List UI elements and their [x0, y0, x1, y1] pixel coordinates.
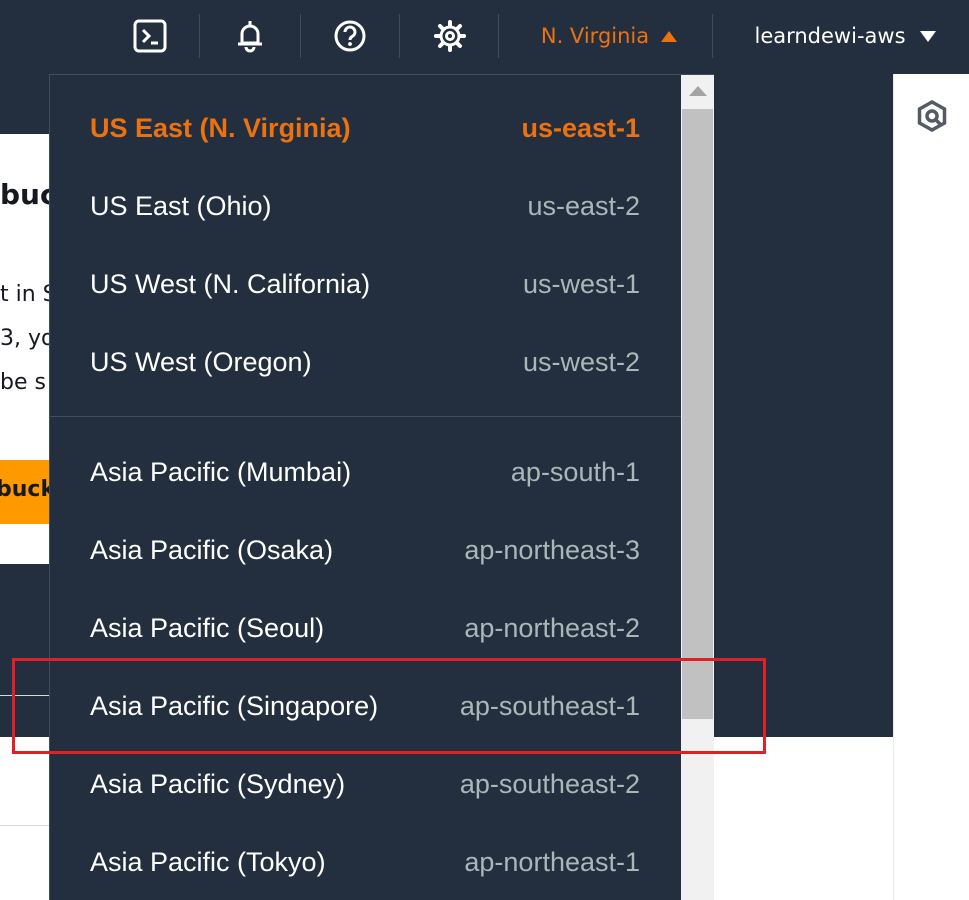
region-option-us-west-2[interactable]: US West (Oregon) us-west-2 — [50, 323, 681, 401]
region-name: US West (Oregon) — [90, 346, 312, 377]
region-name: Asia Pacific (Singapore) — [90, 690, 379, 721]
region-option-ap-northeast-1[interactable]: Asia Pacific (Tokyo) ap-northeast-1 — [50, 823, 681, 900]
region-group-divider — [50, 416, 681, 417]
bell-icon[interactable] — [222, 0, 278, 72]
region-code: ap-south-1 — [510, 456, 640, 487]
caret-up-icon — [661, 30, 678, 42]
region-code: us-east-2 — [527, 190, 640, 221]
region-code: us-east-1 — [521, 112, 640, 143]
region-name: US East (N. Virginia) — [90, 112, 351, 143]
account-name: learndewi-aws — [754, 24, 906, 48]
nav-divider — [300, 14, 301, 58]
region-code: us-west-2 — [522, 346, 640, 377]
hexagon-logo-icon[interactable] — [916, 99, 948, 133]
help-icon[interactable] — [322, 0, 378, 72]
nav-divider — [199, 14, 200, 58]
scroll-up-arrow-icon[interactable] — [689, 86, 707, 96]
region-option-us-east-1[interactable]: US East (N. Virginia) us-east-1 — [50, 89, 681, 167]
region-code: ap-northeast-3 — [464, 534, 640, 565]
nav-divider — [399, 14, 400, 58]
region-option-ap-northeast-3[interactable]: Asia Pacific (Osaka) ap-northeast-3 — [50, 511, 681, 589]
region-code: us-west-1 — [522, 268, 640, 299]
region-option-ap-south-1[interactable]: Asia Pacific (Mumbai) ap-south-1 — [50, 433, 681, 511]
region-name: Asia Pacific (Osaka) — [90, 534, 334, 565]
scrollbar-thumb[interactable] — [682, 109, 713, 719]
region-name: US West (N. California) — [90, 268, 371, 299]
region-dropdown-menu: US East (N. Virginia) us-east-1 US East … — [49, 74, 714, 900]
region-code: ap-southeast-1 — [459, 690, 640, 721]
card-text-line: be s — [0, 370, 46, 395]
nav-divider — [712, 14, 713, 58]
cloudshell-icon[interactable] — [122, 0, 178, 72]
region-option-ap-southeast-2[interactable]: Asia Pacific (Sydney) ap-southeast-2 — [50, 745, 681, 823]
region-selector-label: N. Virginia — [540, 24, 650, 48]
right-side-panel — [893, 74, 969, 900]
region-code: ap-northeast-1 — [464, 846, 640, 877]
card-text-line: 3, yo — [0, 326, 55, 351]
region-name: US East (Ohio) — [90, 190, 272, 221]
region-name: Asia Pacific (Tokyo) — [90, 846, 326, 877]
dropdown-scrollbar[interactable] — [681, 75, 714, 900]
gear-icon[interactable] — [422, 0, 478, 72]
top-navigation-bar: N. Virginia learndewi-aws — [0, 0, 969, 74]
region-code: ap-southeast-2 — [459, 768, 640, 799]
region-option-ap-southeast-1[interactable]: Asia Pacific (Singapore) ap-southeast-1 — [50, 667, 681, 745]
region-name: Asia Pacific (Mumbai) — [90, 456, 352, 487]
caret-down-icon — [919, 30, 936, 42]
region-option-us-east-2[interactable]: US East (Ohio) us-east-2 — [50, 167, 681, 245]
region-name: Asia Pacific (Sydney) — [90, 768, 346, 799]
region-selector-button[interactable]: N. Virginia — [520, 0, 698, 72]
region-code: ap-northeast-2 — [464, 612, 640, 643]
account-menu-button[interactable]: learndewi-aws — [730, 0, 960, 72]
nav-divider — [498, 14, 499, 58]
create-bucket-label: buck — [0, 477, 56, 502]
region-option-ap-northeast-2[interactable]: Asia Pacific (Seoul) ap-northeast-2 — [50, 589, 681, 667]
region-option-us-west-1[interactable]: US West (N. California) us-west-1 — [50, 245, 681, 323]
region-name: Asia Pacific (Seoul) — [90, 612, 325, 643]
